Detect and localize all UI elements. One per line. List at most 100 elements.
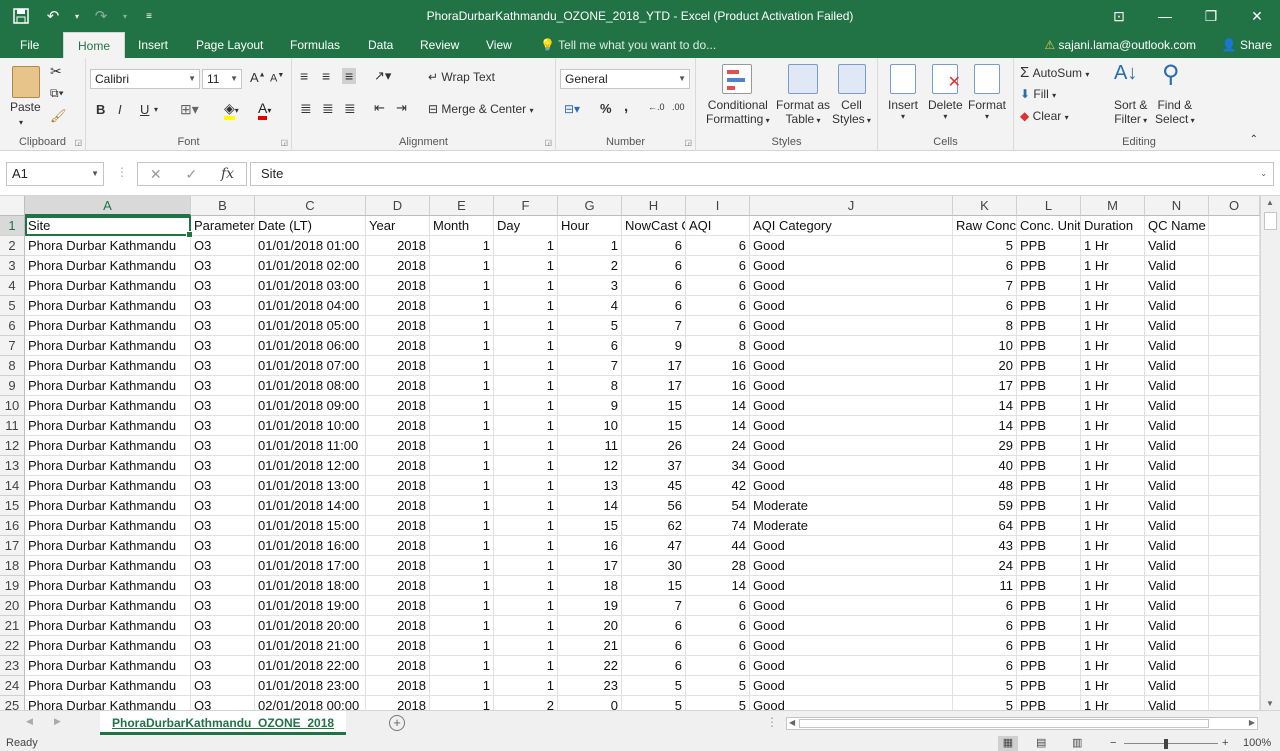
tell-me-search[interactable]: 💡 Tell me what you want to do... xyxy=(540,32,716,58)
table-cell[interactable]: 7 xyxy=(558,356,622,376)
table-cell[interactable]: 1 xyxy=(430,636,494,656)
table-cell[interactable]: 1 Hr xyxy=(1081,416,1145,436)
tab-review[interactable]: Review xyxy=(420,32,459,58)
format-painter-icon[interactable]: 🖌 xyxy=(50,108,67,124)
table-cell[interactable] xyxy=(1209,236,1260,256)
table-cell[interactable]: 5 xyxy=(953,696,1017,710)
table-cell[interactable]: PPB xyxy=(1017,356,1081,376)
table-cell[interactable]: Valid xyxy=(1145,496,1209,516)
table-cell[interactable]: 01/01/2018 23:00 xyxy=(255,676,366,696)
table-cell[interactable]: 2018 xyxy=(366,436,430,456)
table-cell[interactable]: 6 xyxy=(953,616,1017,636)
table-cell[interactable]: 7 xyxy=(953,276,1017,296)
table-cell[interactable]: 5 xyxy=(622,676,686,696)
table-cell[interactable]: O3 xyxy=(191,376,255,396)
row-header-14[interactable]: 14 xyxy=(0,476,25,496)
table-cell[interactable]: 1 Hr xyxy=(1081,356,1145,376)
row-header-2[interactable]: 2 xyxy=(0,236,25,256)
fill-color-icon[interactable]: ◈▾ xyxy=(224,100,239,120)
table-cell[interactable]: Good xyxy=(750,556,953,576)
table-cell[interactable]: 1 xyxy=(430,596,494,616)
table-cell[interactable]: 1 xyxy=(430,316,494,336)
table-cell[interactable]: 37 xyxy=(622,456,686,476)
table-cell[interactable]: Good xyxy=(750,376,953,396)
table-cell[interactable]: 1 xyxy=(430,476,494,496)
table-cell[interactable]: 2018 xyxy=(366,396,430,416)
share-button[interactable]: 👤 Share xyxy=(1222,32,1272,58)
table-cell[interactable]: O3 xyxy=(191,236,255,256)
table-cell[interactable]: 10 xyxy=(953,336,1017,356)
table-cell[interactable]: O3 xyxy=(191,676,255,696)
zoom-slider-thumb[interactable] xyxy=(1164,739,1168,749)
table-cell[interactable]: O3 xyxy=(191,276,255,296)
table-cell[interactable]: 45 xyxy=(622,476,686,496)
table-cell[interactable]: 2018 xyxy=(366,316,430,336)
table-cell[interactable]: PPB xyxy=(1017,696,1081,710)
table-cell[interactable]: Valid xyxy=(1145,556,1209,576)
table-cell[interactable]: 17 xyxy=(622,376,686,396)
table-cell[interactable]: 6 xyxy=(622,256,686,276)
paste-icon[interactable] xyxy=(12,66,40,98)
font-size-combo[interactable]: 11 ▼ xyxy=(202,69,242,89)
row-header-20[interactable]: 20 xyxy=(0,596,25,616)
table-cell[interactable]: 1 xyxy=(494,296,558,316)
table-cell[interactable]: 6 xyxy=(622,656,686,676)
table-cell[interactable]: Valid xyxy=(1145,236,1209,256)
table-cell[interactable]: O3 xyxy=(191,556,255,576)
table-cell[interactable]: Valid xyxy=(1145,356,1209,376)
align-bottom-icon[interactable]: ≡ xyxy=(342,68,357,84)
table-cell[interactable]: PPB xyxy=(1017,396,1081,416)
table-cell[interactable]: 6 xyxy=(953,256,1017,276)
table-cell[interactable]: PPB xyxy=(1017,416,1081,436)
table-cell[interactable]: 5 xyxy=(622,696,686,710)
tab-file[interactable]: File xyxy=(20,32,39,58)
row-header-10[interactable]: 10 xyxy=(0,396,25,416)
table-cell[interactable]: 30 xyxy=(622,556,686,576)
row-header-5[interactable]: 5 xyxy=(0,296,25,316)
table-cell[interactable]: 14 xyxy=(686,396,750,416)
header-cell[interactable]: AQI Category xyxy=(750,216,953,236)
table-cell[interactable]: 7 xyxy=(622,596,686,616)
format-as-table-button[interactable]: Format as Table ▾ xyxy=(776,98,830,126)
table-cell[interactable]: 01/01/2018 07:00 xyxy=(255,356,366,376)
column-header-d[interactable]: D xyxy=(366,196,430,216)
table-cell[interactable]: 7 xyxy=(622,316,686,336)
row-header-19[interactable]: 19 xyxy=(0,576,25,596)
table-cell[interactable]: 1 xyxy=(430,436,494,456)
table-cell[interactable]: Good xyxy=(750,356,953,376)
table-cell[interactable]: 1 xyxy=(430,556,494,576)
table-cell[interactable]: PPB xyxy=(1017,436,1081,456)
ribbon-display-options-icon[interactable]: ⊡ xyxy=(1096,0,1142,32)
table-cell[interactable]: 1 Hr xyxy=(1081,636,1145,656)
table-cell[interactable]: 5 xyxy=(686,696,750,710)
format-cells-button[interactable]: Format ▾ xyxy=(968,98,1006,121)
table-cell[interactable]: 1 xyxy=(494,356,558,376)
zoom-slider[interactable] xyxy=(1124,743,1218,744)
table-cell[interactable]: Good xyxy=(750,456,953,476)
scroll-up-icon[interactable]: ▲ xyxy=(1266,198,1274,207)
table-cell[interactable]: 6 xyxy=(622,636,686,656)
table-cell[interactable]: PPB xyxy=(1017,316,1081,336)
select-all-corner[interactable] xyxy=(0,196,25,216)
table-cell[interactable]: 2018 xyxy=(366,576,430,596)
table-cell[interactable]: 1 xyxy=(494,476,558,496)
table-cell[interactable]: 6 xyxy=(622,236,686,256)
tab-home[interactable]: Home xyxy=(63,32,126,58)
scroll-right-icon[interactable]: ▶ xyxy=(1249,718,1255,727)
table-cell[interactable] xyxy=(1209,556,1260,576)
account[interactable]: ⚠ sajani.lama@outlook.com xyxy=(1044,32,1196,58)
table-cell[interactable]: 14 xyxy=(558,496,622,516)
increase-decimal-icon[interactable]: ←.0 xyxy=(648,102,665,112)
table-cell[interactable]: 2018 xyxy=(366,276,430,296)
table-cell[interactable]: 01/01/2018 21:00 xyxy=(255,636,366,656)
underline-dropdown-icon[interactable]: ▾ xyxy=(154,105,158,114)
row-header-7[interactable]: 7 xyxy=(0,336,25,356)
number-format-combo[interactable]: General ▼ xyxy=(560,69,690,89)
header-cell[interactable]: Year xyxy=(366,216,430,236)
column-header-c[interactable]: C xyxy=(255,196,366,216)
tab-data[interactable]: Data xyxy=(368,32,393,58)
table-cell[interactable]: 1 Hr xyxy=(1081,476,1145,496)
table-cell[interactable]: 4 xyxy=(558,296,622,316)
table-cell[interactable]: O3 xyxy=(191,536,255,556)
enter-icon[interactable]: ✓ xyxy=(185,166,197,183)
